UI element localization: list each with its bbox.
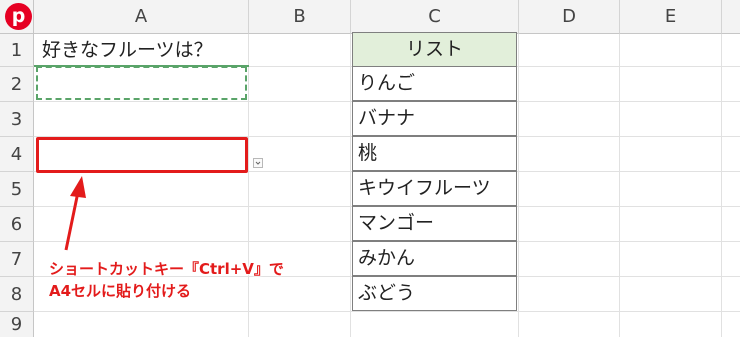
row-header-1[interactable]: 1 — [0, 34, 34, 67]
row-header-5[interactable]: 5 — [0, 172, 34, 207]
row-header-7[interactable]: 7 — [0, 242, 34, 277]
annotation-line-2: A4セルに貼り付ける — [49, 282, 192, 300]
column-header-partial[interactable] — [722, 0, 740, 34]
cell-a1[interactable]: 好きなフルーツは？ — [42, 33, 213, 67]
row-header-9[interactable]: 9 — [0, 312, 34, 337]
list-item[interactable]: みかん — [352, 241, 517, 276]
list-item[interactable]: マンゴー — [352, 206, 517, 241]
row-header-8[interactable]: 8 — [0, 277, 34, 312]
column-header-b[interactable]: B — [249, 0, 351, 34]
row-header-3[interactable]: 3 — [0, 102, 34, 137]
list-item[interactable]: ぶどう — [352, 276, 517, 311]
gridline — [248, 34, 249, 337]
row-header-6[interactable]: 6 — [0, 207, 34, 242]
list-header[interactable]: リスト — [352, 32, 517, 67]
cell-a4-selected[interactable] — [36, 137, 248, 173]
pinterest-badge[interactable]: p — [5, 3, 32, 30]
annotation-line-1: ショートカットキー『Ctrl+V』で — [49, 260, 284, 278]
gridline — [721, 34, 722, 337]
gridline — [34, 311, 740, 312]
pinterest-icon: p — [11, 5, 26, 27]
column-header-d[interactable]: D — [519, 0, 620, 34]
column-header-a[interactable]: A — [34, 0, 249, 34]
column-header-e[interactable]: E — [620, 0, 722, 34]
list-item[interactable]: りんご — [352, 66, 517, 101]
list-item[interactable]: バナナ — [352, 101, 517, 136]
gridline — [518, 34, 519, 337]
row-header-2[interactable]: 2 — [0, 67, 34, 102]
gridline — [350, 34, 351, 337]
gridline — [619, 34, 620, 337]
list-item[interactable]: 桃 — [352, 136, 517, 171]
copy-marquee-a2 — [36, 66, 247, 100]
paste-options-icon[interactable] — [253, 158, 263, 168]
list-item[interactable]: キウイフルーツ — [352, 171, 517, 206]
row-header-4[interactable]: 4 — [0, 137, 34, 172]
column-header-c[interactable]: C — [351, 0, 519, 34]
spreadsheet: A B C D E 1 2 3 4 5 6 7 8 9 p 好きなフルーツは？ … — [0, 0, 740, 337]
